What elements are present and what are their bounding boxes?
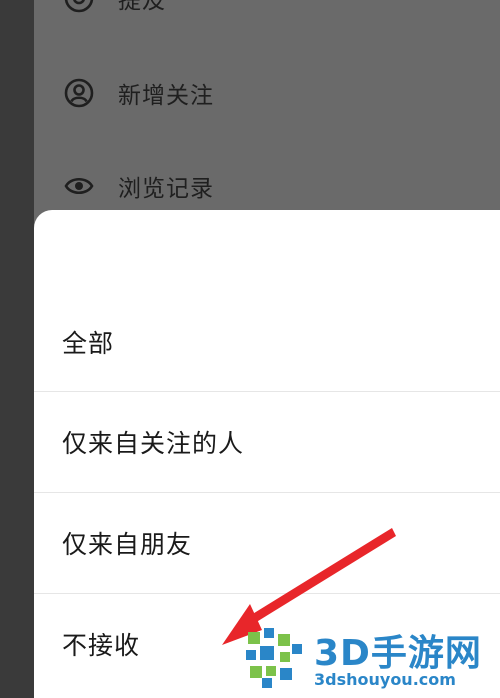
user-circle-icon [62,76,96,110]
watermark-title: 3D手游网 [314,633,482,674]
option-friends-only[interactable]: 仅来自朋友 [34,493,500,593]
option-label: 不接收 [62,631,141,660]
option-label: 全部 [62,329,115,358]
menu-item-new-followers: 新增关注 [62,73,214,113]
site-watermark: 3D手游网 3dshouyou.com [240,618,500,698]
option-following-only[interactable]: 仅来自关注的人 [34,392,500,492]
menu-item-label: 提及 [118,0,166,14]
option-label: 仅来自关注的人 [62,429,245,458]
at-icon [62,0,96,15]
watermark-url: 3dshouyou.com [314,670,456,689]
menu-item-label: 浏览记录 [118,176,214,202]
menu-item-label: 新增关注 [118,83,214,109]
left-edge [0,0,34,698]
eye-icon [62,169,96,203]
menu-item-history: 浏览记录 [62,166,214,206]
option-label: 仅来自朋友 [62,530,193,559]
watermark-logo-icon [246,628,302,688]
option-all[interactable]: 全部 [34,292,500,392]
menu-item-mentions: 提及 [62,0,166,18]
